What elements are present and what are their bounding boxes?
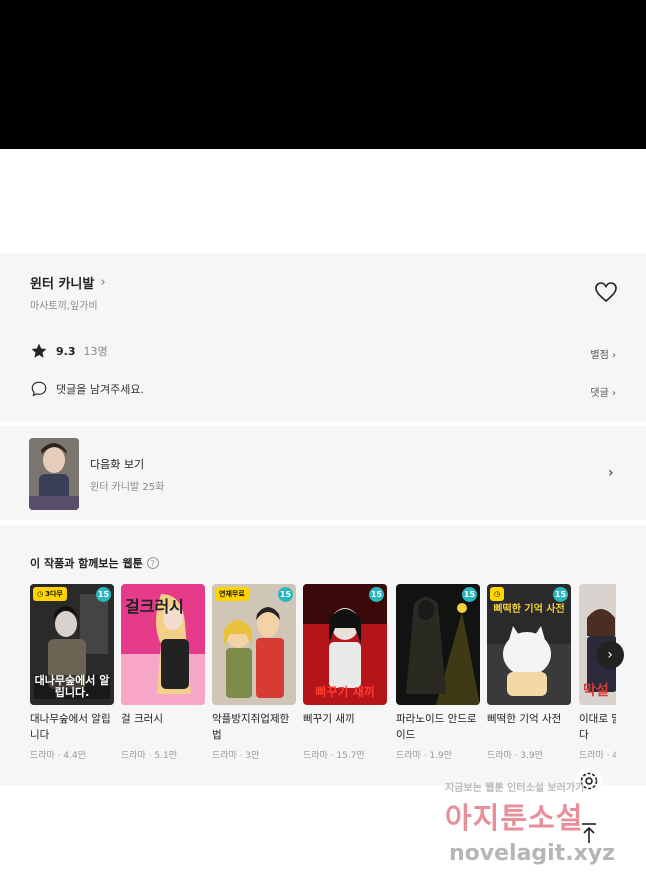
rating-row: 9.3 13명 (30, 342, 108, 360)
recommendation-title: 이 작품과 함께보는 웹툰 (30, 557, 143, 570)
age-rating-badge: 15 (369, 587, 384, 602)
recommendation-carousel[interactable]: ◷ 3다무 15 대나무숲에서 알립니다. 대나무숲에서 알립니다 드라마 · 4… (30, 584, 616, 764)
work-title-link[interactable]: 윈터 카니발 › (30, 273, 106, 292)
chevron-right-icon[interactable]: › (608, 465, 614, 481)
carousel-next-button[interactable]: › (596, 641, 624, 669)
comment-row[interactable]: 댓글을 남겨주세요. (30, 380, 144, 398)
rating-score: 9.3 (56, 344, 76, 358)
comment-prompt[interactable]: 댓글을 남겨주세요. (56, 381, 144, 397)
age-rating-badge: 15 (278, 587, 293, 602)
cover-title-art: 막설 (583, 682, 609, 699)
video-area (0, 0, 646, 149)
cover-title-art: 걸크러시 (125, 597, 184, 616)
webtoon-card[interactable]: 15 파라노이드 안드로이드 드라마 · 1.9만 (396, 584, 480, 761)
watermark-line2: 아지툰소설 (445, 801, 584, 835)
webtoon-meta: 드라마 · 4 (579, 751, 616, 761)
age-rating-badge: 15 (96, 587, 111, 602)
webtoon-cover[interactable]: 연재무료 15 (212, 584, 296, 705)
webtoon-title[interactable]: 이대로 말할 수 없다 (579, 712, 616, 744)
webtoon-meta: 드라마 · 15.7만 (303, 751, 365, 761)
star-icon (31, 343, 47, 358)
work-authors: 마사토끼,잎가비 (30, 301, 98, 312)
schedule-tag: ◷ 3다무 (33, 587, 67, 601)
chevron-right-icon: › (100, 275, 106, 290)
webtoon-meta: 드라마 · 3.9만 (487, 751, 544, 761)
next-episode-subtitle: 윈터 카니발 25화 (90, 482, 165, 493)
webtoon-card[interactable]: 15 삐꾸기 새끼 삐꾸기 새끼 드라마 · 15.7만 (303, 584, 387, 761)
recommendation-heading: 이 작품과 함께보는 웹툰 ? (30, 555, 159, 571)
help-icon[interactable]: ? (146, 557, 159, 569)
cover-title-art: 삐떡한 기억 사전 (493, 604, 565, 615)
watermark-line1: 지금보는 웹툰 인터소설 보러가기 (445, 783, 585, 794)
webtoon-title[interactable]: 삐꾸기 새끼 (303, 712, 387, 744)
speech-bubble-icon (31, 381, 47, 397)
arrow-up-icon[interactable] (576, 820, 602, 846)
webtoon-card[interactable]: ◷ 3다무 15 대나무숲에서 알립니다. 대나무숲에서 알립니다 드라마 · 4… (30, 584, 114, 761)
schedule-tag-text: 3다무 (45, 590, 63, 598)
webtoon-title[interactable]: 삐떡한 기억 사전 (487, 712, 571, 744)
next-episode-panel[interactable] (0, 426, 646, 520)
comments-button[interactable]: 댓글 › (590, 384, 616, 399)
work-title[interactable]: 윈터 카니발 (30, 273, 94, 292)
webtoon-cover[interactable]: 걸크러시 (121, 584, 205, 705)
webtoon-cover[interactable]: 15 (396, 584, 480, 705)
heart-icon[interactable] (594, 281, 618, 303)
cover-title-art: 대나무숲에서 알립니다. (34, 673, 110, 699)
rating-count: 13명 (83, 345, 108, 358)
clock-icon: ◷ (494, 590, 501, 598)
webtoon-card[interactable]: ◷ 15 삐떡한 기억 사전 삐떡한 기억 사전 드라마 · 3.9만 (487, 584, 571, 761)
webtoon-cover[interactable]: ◷ 15 삐떡한 기억 사전 (487, 584, 571, 705)
rate-button[interactable]: 별점 › (590, 346, 616, 361)
webtoon-card[interactable]: 막설 이대로 말할 수 없다 드라마 · 4 (579, 584, 616, 761)
webtoon-meta: 드라마 · 5.1만 (121, 751, 178, 761)
webtoon-cover[interactable]: ◷ 3다무 15 대나무숲에서 알립니다. (30, 584, 114, 705)
free-tag: 연재무료 (215, 587, 249, 601)
webtoon-meta: 드라마 · 1.9만 (396, 751, 453, 761)
clock-icon: ◷ (37, 590, 44, 598)
watermark: 지금보는 웹툰 인터소설 보러가기 아지툰소설 novelagit.xyz (445, 779, 645, 890)
next-episode-thumbnail[interactable] (29, 438, 79, 510)
webtoon-card[interactable]: 연재무료 15 악플방지취업제한법 드라마 · 3만 (212, 584, 296, 761)
webtoon-title[interactable]: 파라노이드 안드로이드 (396, 712, 480, 744)
webtoon-card[interactable]: 걸크러시 걸 크러시 드라마 · 5.1만 (121, 584, 205, 761)
age-rating-badge: 15 (553, 587, 568, 602)
clock-tag: ◷ (490, 587, 505, 601)
cover-title-art: 삐꾸기 새끼 (315, 684, 375, 699)
webtoon-cover[interactable]: 15 삐꾸기 새끼 (303, 584, 387, 705)
webtoon-meta: 드라마 · 4.4만 (30, 751, 87, 761)
webtoon-title[interactable]: 걸 크러시 (121, 712, 205, 744)
webtoon-meta: 드라마 · 3만 (212, 751, 260, 761)
next-episode-label[interactable]: 다음화 보기 (90, 456, 144, 472)
age-rating-badge: 15 (462, 587, 477, 602)
webtoon-title[interactable]: 악플방지취업제한법 (212, 712, 296, 744)
webtoon-title[interactable]: 대나무숲에서 알립니다 (30, 712, 114, 744)
